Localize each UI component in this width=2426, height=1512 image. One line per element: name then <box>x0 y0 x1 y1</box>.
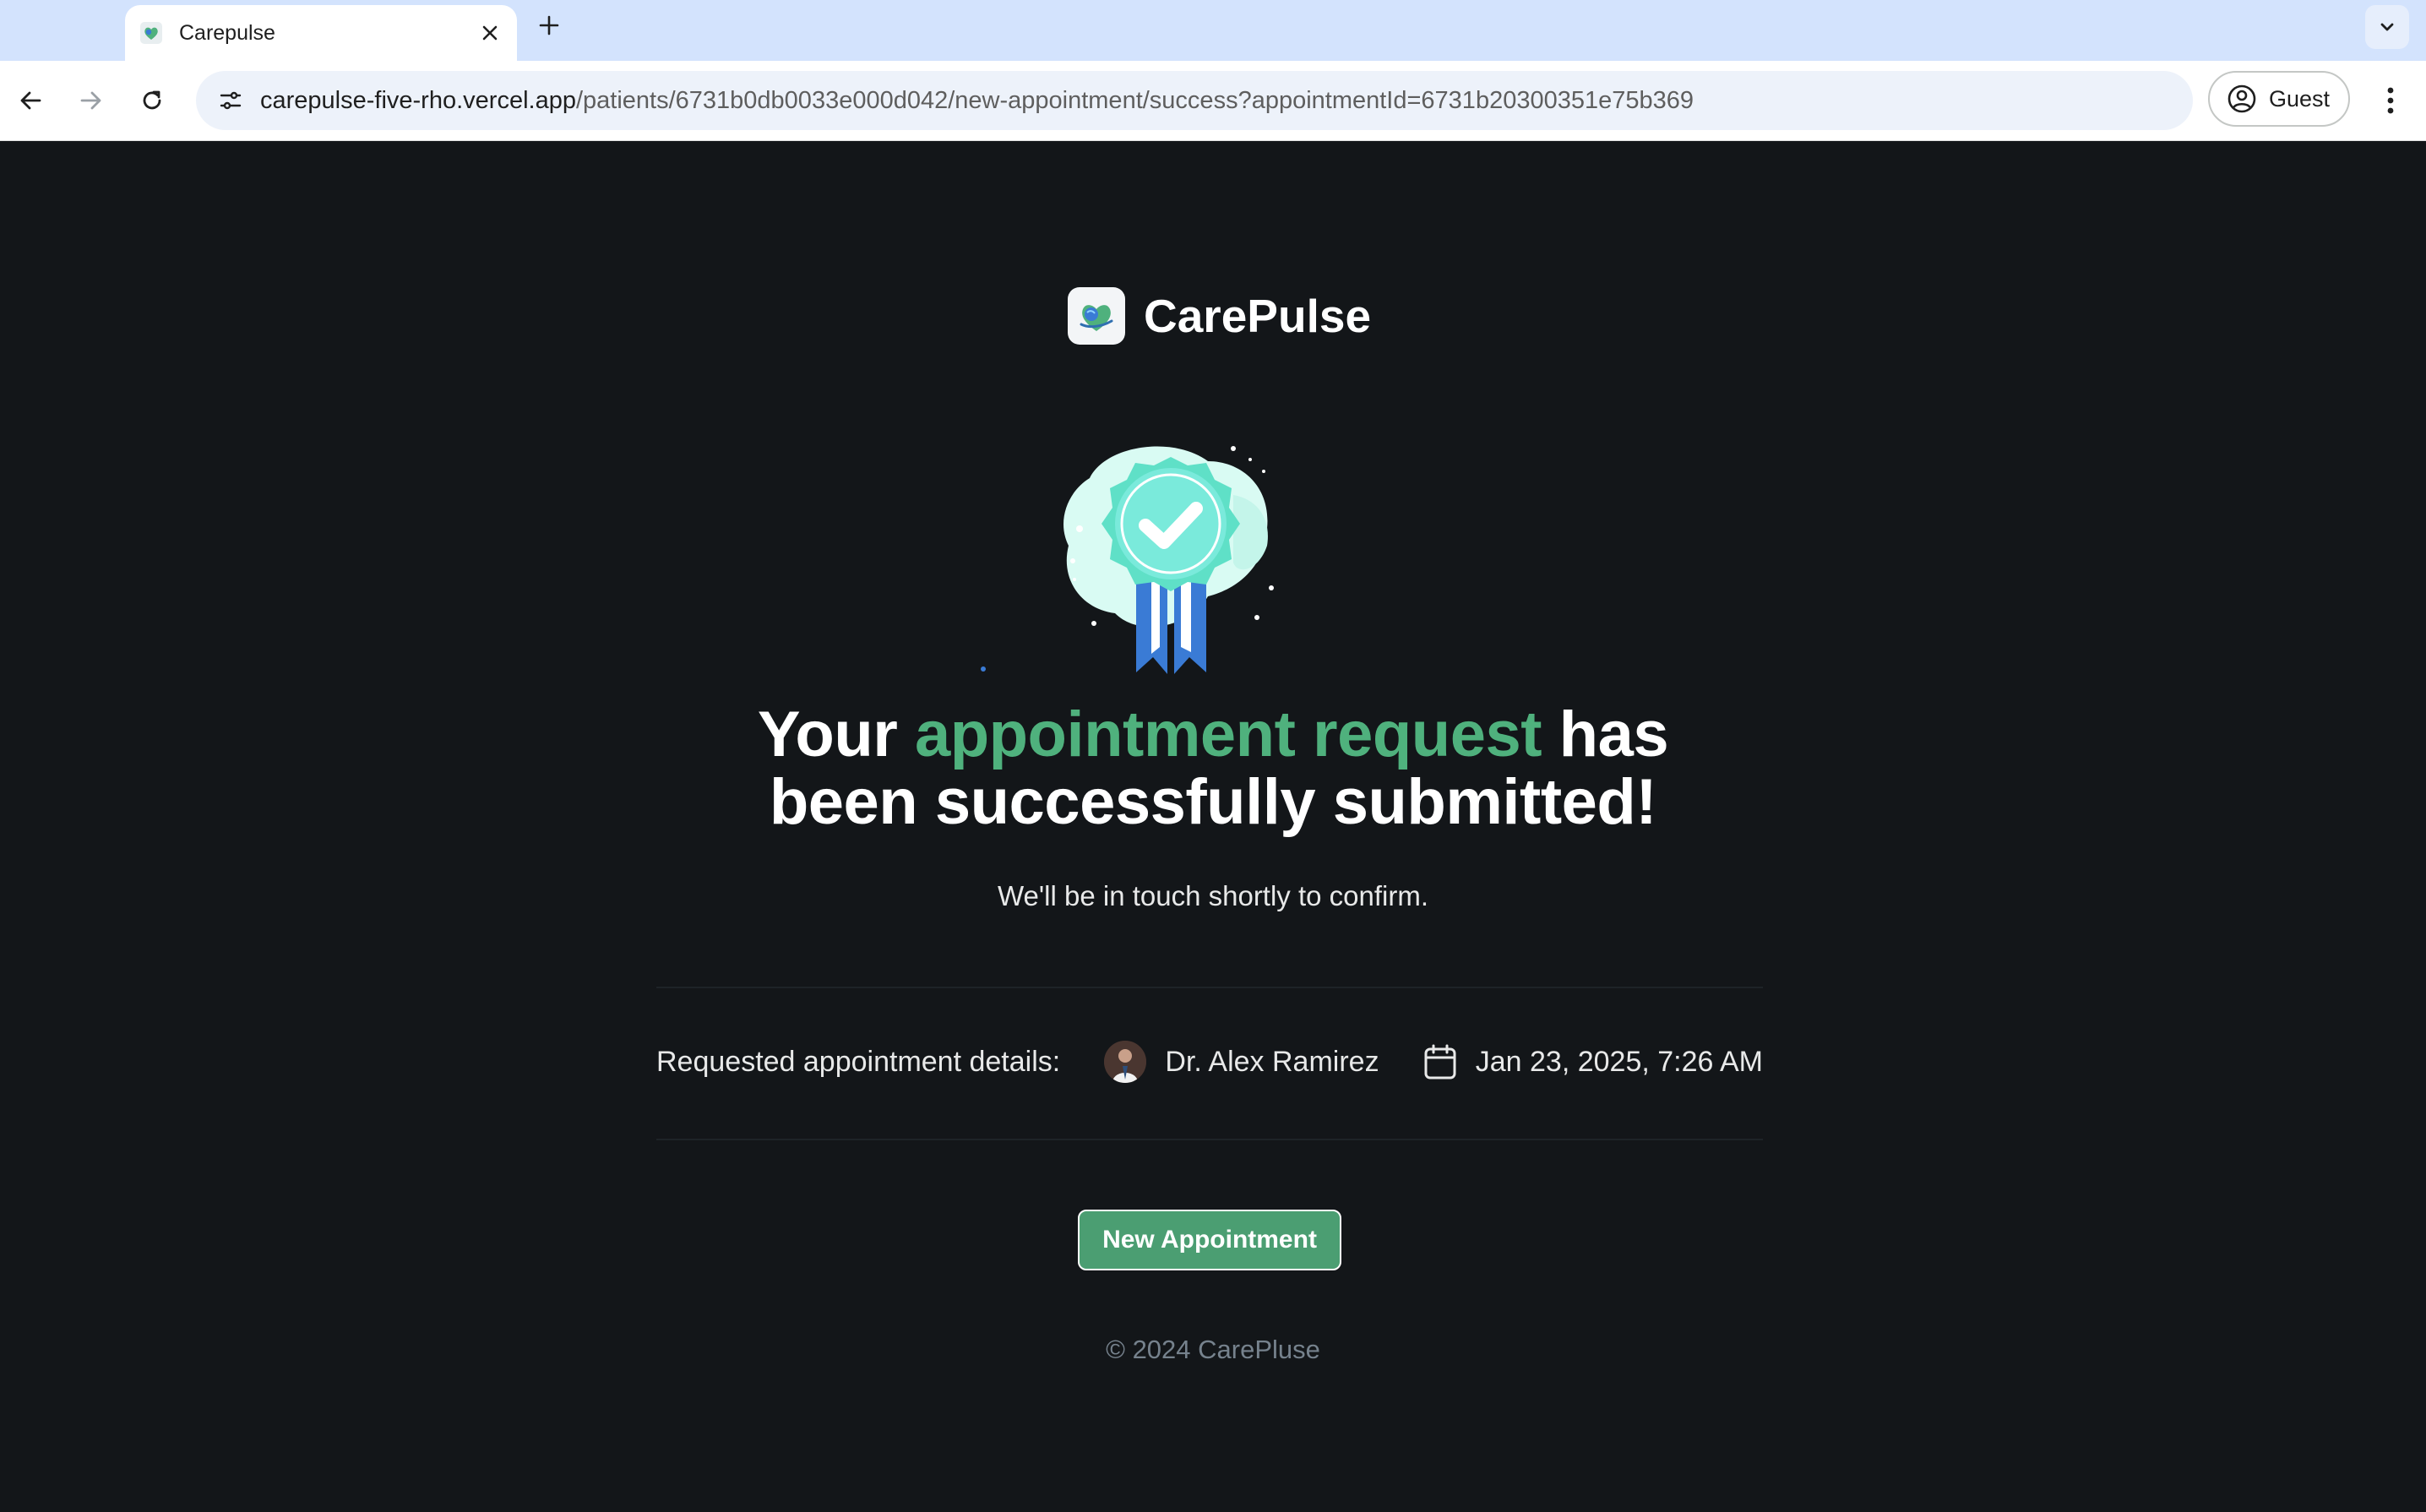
browser-tab-strip: Carepulse <box>0 0 2426 61</box>
appointment-details: Requested appointment details: Dr. Alex … <box>656 1034 1763 1090</box>
carepulse-logo-icon <box>1068 287 1125 345</box>
success-badge-icon <box>980 427 1352 689</box>
forward-arrow-icon[interactable] <box>73 82 110 119</box>
site-settings-icon[interactable] <box>211 81 250 120</box>
chevron-down-icon[interactable] <box>2365 5 2409 49</box>
headline-accent: appointment request <box>914 699 1542 770</box>
calendar-icon <box>1423 1043 1457 1080</box>
headline-part2: has <box>1542 699 1669 770</box>
doctor-info: Dr. Alex Ramirez <box>1104 1041 1379 1083</box>
profile-button[interactable]: Guest <box>2208 71 2350 127</box>
close-icon[interactable] <box>473 16 507 50</box>
divider-bottom <box>656 1139 1763 1140</box>
account-circle-icon <box>2227 84 2257 114</box>
url-text: carepulse-five-rho.vercel.app/patients/6… <box>260 87 1694 115</box>
plus-icon[interactable] <box>532 8 566 42</box>
browser-toolbar: carepulse-five-rho.vercel.app/patients/6… <box>0 61 2426 141</box>
browser-tab[interactable]: Carepulse <box>125 5 517 61</box>
carepulse-favicon-icon <box>140 22 162 44</box>
doctor-name: Dr. Alex Ramirez <box>1165 1045 1379 1078</box>
back-arrow-icon[interactable] <box>12 82 49 119</box>
divider-top <box>656 987 1763 988</box>
profile-label: Guest <box>2269 85 2331 111</box>
more-vert-icon[interactable] <box>2372 81 2409 120</box>
copyright-footer: © 2024 CarePluse <box>1106 1335 1320 1364</box>
success-page: CarePulse Your appointment request has b… <box>0 140 2426 1512</box>
confirmation-subtext: We'll be in touch shortly to confirm. <box>997 880 1429 911</box>
reload-icon[interactable] <box>133 82 171 119</box>
address-bar[interactable]: carepulse-five-rho.vercel.app/patients/6… <box>196 71 2193 130</box>
details-label: Requested appointment details: <box>656 1045 1061 1078</box>
url-path: /patients/6731b0db0033e000d042/new-appoi… <box>575 86 1694 114</box>
brand-name: CarePulse <box>1144 290 1372 342</box>
new-appointment-button[interactable]: New Appointment <box>1078 1210 1341 1270</box>
brand-logo[interactable]: CarePulse <box>1068 287 1371 345</box>
appointment-time: Jan 23, 2025, 7:26 AM <box>1423 1043 1763 1080</box>
headline-part1: Your <box>757 699 915 770</box>
success-headline: Your appointment request has been succes… <box>0 701 2426 836</box>
url-host: carepulse-five-rho.vercel.app <box>260 86 576 114</box>
headline-line2: been successfully submitted! <box>769 766 1657 838</box>
tab-title: Carepulse <box>179 20 275 45</box>
appointment-datetime: Jan 23, 2025, 7:26 AM <box>1475 1045 1763 1078</box>
avatar <box>1104 1041 1147 1083</box>
